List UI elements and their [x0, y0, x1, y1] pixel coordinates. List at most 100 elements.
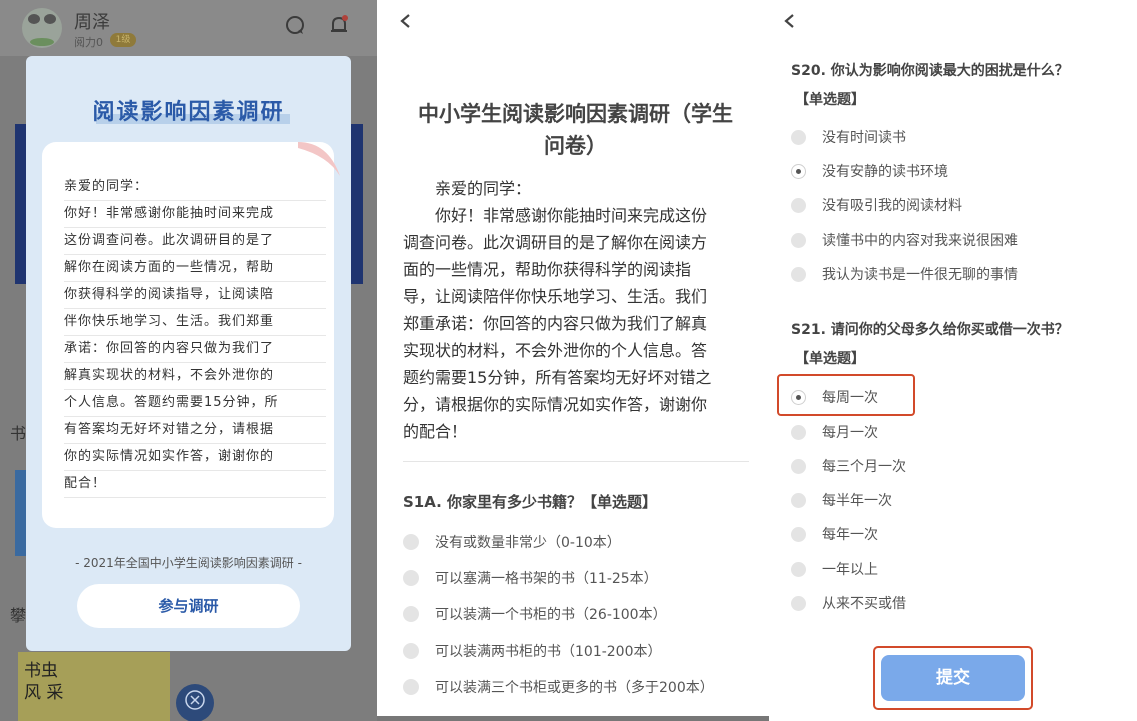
bell-icon[interactable] [328, 14, 350, 36]
option-label: 可以装满三个书柜或更多的书（多于200本） [435, 680, 714, 696]
radio-button[interactable] [403, 534, 419, 550]
intro-line: 分，请根据你的实际情况如实作答，谢谢你 [403, 395, 708, 414]
radio-option-selected[interactable]: 每周一次 [791, 387, 878, 407]
letter-line: 个人信息。答题约需要15分钟，所 [64, 390, 326, 417]
radio-button[interactable] [791, 424, 806, 440]
option-label: 一年以上 [822, 562, 878, 578]
radio-button[interactable] [403, 606, 419, 622]
radio-option[interactable]: 我认为读书是一件很无聊的事情 [791, 264, 1018, 284]
intro-line: 亲爱的同学： [403, 179, 532, 198]
letter-line: 配合！ [64, 471, 326, 498]
radio-button-selected[interactable] [791, 389, 806, 405]
letter-line: 解你在阅读方面的一些情况，帮助 [64, 255, 326, 282]
radio-button[interactable] [791, 129, 806, 145]
intro-line: 调查问卷。此次调研目的是了解你在阅读方 [403, 233, 708, 252]
join-survey-button[interactable]: 参与调研 [77, 584, 300, 628]
background-section-label: 攀 [10, 606, 27, 625]
comic-title: 书虫 风 采 [24, 661, 64, 703]
option-label: 每周一次 [822, 390, 878, 406]
question-s1a: S1A. 你家里有多少书籍？【单选题】 [403, 493, 658, 511]
back-icon[interactable] [783, 14, 797, 28]
option-label: 每半年一次 [822, 493, 892, 509]
radio-option[interactable]: 读懂书中的内容对我来说很困难 [791, 230, 1018, 250]
question-s21: S21. 请问你的父母多久给你买或借一次书？ [791, 322, 1069, 338]
question-type-label: 【单选题】 [795, 92, 865, 108]
letter-line: 这份调查问卷。此次调研目的是了 [64, 228, 326, 255]
message-icon[interactable] [284, 14, 306, 36]
option-label: 没有时间读书 [822, 130, 906, 146]
radio-option[interactable]: 一年以上 [791, 559, 878, 579]
radio-button[interactable] [791, 197, 806, 213]
letter-line: 你的实际情况如实作答，谢谢你的 [64, 444, 326, 471]
radio-option[interactable]: 从来不买或借 [791, 593, 906, 613]
questionnaire-intro: 亲爱的同学： 你好！非常感谢你能抽时间来完成这份 调查问卷。此次调研目的是了解你… [403, 175, 749, 445]
survey-intro-screen: 周泽 阅力0 1级 书 攀 书虫 风 采 阅读影响因素调研 亲爱的同学： 你好！… [0, 0, 377, 721]
radio-button[interactable] [791, 561, 806, 577]
title-line: 问卷） [544, 134, 607, 158]
back-icon[interactable] [399, 14, 413, 28]
letter-line: 伴你快乐地学习、生活。我们郑重 [64, 309, 326, 336]
modal-title: 阅读影响因素调研 [92, 100, 285, 125]
questionnaire-intro-screen: 中小学生阅读影响因素调研（学生 问卷） 亲爱的同学： 你好！非常感谢你能抽时间来… [377, 0, 769, 721]
option-label: 每三个月一次 [822, 459, 906, 475]
question-type-label: 【单选题】 [795, 351, 865, 367]
option-label: 没有吸引我的阅读材料 [822, 198, 962, 214]
intro-line: 题约需要15分钟，所有答案均无好坏对错之 [403, 368, 712, 387]
submit-highlight-box: 提交 [873, 646, 1033, 710]
radio-button[interactable] [791, 232, 806, 248]
questionnaire-screen: S20. 你认为影响你阅读最大的困扰是什么？ 【单选题】 没有时间读书 没有安静… [769, 0, 1137, 721]
radio-option[interactable]: 可以装满三个书柜或更多的书（多于200本） [403, 677, 714, 697]
avatar[interactable] [22, 8, 62, 48]
intro-line: 面的一些情况，帮助你获得科学的阅读指 [403, 260, 692, 279]
radio-button[interactable] [791, 458, 806, 474]
close-icon [185, 690, 205, 710]
radio-option[interactable]: 可以装满一个书柜的书（26-100本） [403, 604, 667, 624]
option-label: 可以塞满一格书架的书（11-25本） [435, 571, 658, 587]
radio-option[interactable]: 每半年一次 [791, 490, 892, 510]
option-label: 我认为读书是一件很无聊的事情 [822, 267, 1018, 283]
user-name: 周泽 [74, 12, 110, 33]
radio-button[interactable] [791, 595, 806, 611]
intro-line: 实现状的材料，不会外泄你的个人信息。答 [403, 341, 708, 360]
letter-line: 有答案均无好坏对错之分，请根据 [64, 417, 326, 444]
option-label: 从来不买或借 [822, 596, 906, 612]
letter-line: 承诺：你回答的内容只做为我们了 [64, 336, 326, 363]
letter-line: 你获得科学的阅读指导，让阅读陪 [64, 282, 326, 309]
title-line: 中小学生阅读影响因素调研（学生 [418, 102, 733, 126]
radio-button[interactable] [403, 643, 419, 659]
radio-option[interactable]: 每三个月一次 [791, 456, 906, 476]
radio-option[interactable]: 可以塞满一格书架的书（11-25本） [403, 568, 658, 588]
letter-line: 亲爱的同学： [64, 174, 326, 201]
intro-line: 你好！非常感谢你能抽时间来完成这份 [403, 206, 708, 225]
app-header: 周泽 阅力0 1级 [0, 0, 377, 56]
close-modal-button[interactable] [176, 684, 214, 721]
letter-line: 解真实现状的材料，不会外泄你的 [64, 363, 326, 390]
radio-option[interactable]: 没有时间读书 [791, 127, 906, 147]
radio-option-selected[interactable]: 没有安静的读书环境 [791, 161, 948, 181]
radio-button[interactable] [791, 492, 806, 508]
radio-option[interactable]: 没有或数量非常少（0-10本） [403, 532, 621, 552]
radio-option[interactable]: 没有吸引我的阅读材料 [791, 195, 962, 215]
option-label: 没有安静的读书环境 [822, 164, 948, 180]
radio-option[interactable]: 每年一次 [791, 524, 878, 544]
radio-button[interactable] [791, 526, 806, 542]
submit-button[interactable]: 提交 [881, 655, 1025, 701]
background-section-label: 书 [10, 424, 27, 443]
survey-invite-modal: 阅读影响因素调研 亲爱的同学： 你好！非常感谢你能抽时间来完成 这份调查问卷。此… [26, 56, 351, 651]
option-label: 没有或数量非常少（0-10本） [435, 535, 621, 551]
intro-line: 郑重承诺：你回答的内容只做为我们了解真 [403, 314, 708, 333]
intro-line: 导，让阅读陪伴你快乐地学习、生活。我们 [403, 287, 708, 306]
radio-button[interactable] [403, 570, 419, 586]
option-label: 可以装满一个书柜的书（26-100本） [435, 607, 667, 623]
radio-button[interactable] [791, 266, 806, 282]
bottom-edge [377, 716, 769, 721]
letter-card: 亲爱的同学： 你好！非常感谢你能抽时间来完成 这份调查问卷。此次调研目的是了 解… [42, 142, 340, 528]
comic-thumbnail: 书虫 风 采 [18, 652, 170, 721]
letter-line: 你好！非常感谢你能抽时间来完成 [64, 201, 326, 228]
option-label: 可以装满两书柜的书（101-200本） [435, 644, 662, 660]
radio-option[interactable]: 可以装满两书柜的书（101-200本） [403, 641, 662, 661]
radio-button[interactable] [403, 679, 419, 695]
radio-option[interactable]: 每月一次 [791, 422, 878, 442]
radio-button-selected[interactable] [791, 163, 806, 179]
question-s20: S20. 你认为影响你阅读最大的困扰是什么？ [791, 63, 1069, 79]
